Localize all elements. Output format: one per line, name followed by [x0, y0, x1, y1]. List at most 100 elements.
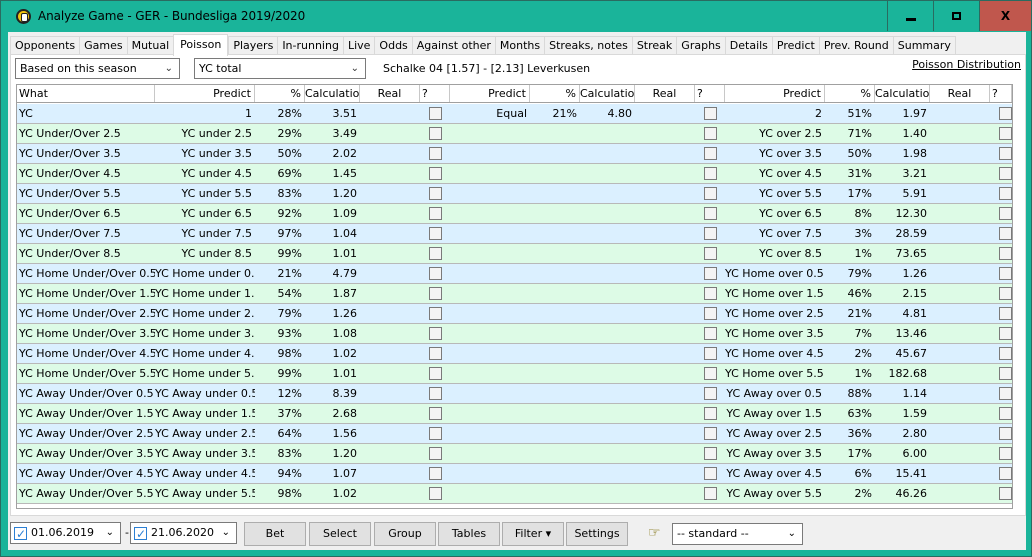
column-header[interactable]: Predict: [450, 85, 530, 102]
tab-streaks-notes[interactable]: Streaks, notes: [544, 36, 632, 55]
table-row[interactable]: YC Away Under/Over 0.5 YC Away under 0.5 1…: [17, 384, 1012, 404]
equal-checkbox[interactable]: [704, 127, 717, 140]
select-button[interactable]: Select: [309, 522, 371, 546]
table-row[interactable]: YC Home Under/Over 4.5 YC Home under 4.5 9…: [17, 344, 1012, 364]
under-checkbox[interactable]: [429, 467, 442, 480]
equal-checkbox[interactable]: [704, 347, 717, 360]
tab-players[interactable]: Players: [228, 36, 278, 55]
date-to-checkbox[interactable]: [134, 524, 147, 544]
under-checkbox[interactable]: [429, 407, 442, 420]
over-checkbox[interactable]: [999, 387, 1012, 400]
under-checkbox[interactable]: [429, 287, 442, 300]
over-checkbox[interactable]: [999, 307, 1012, 320]
minimize-button[interactable]: [887, 1, 933, 31]
stat-dropdown[interactable]: YC total ⌄: [194, 58, 366, 79]
under-checkbox[interactable]: [429, 427, 442, 440]
under-checkbox[interactable]: [429, 227, 442, 240]
equal-checkbox[interactable]: [704, 487, 717, 500]
table-row[interactable]: YC Away Under/Over 2.5 YC Away under 2.5 6…: [17, 424, 1012, 444]
over-checkbox[interactable]: [999, 427, 1012, 440]
equal-checkbox[interactable]: [704, 467, 717, 480]
equal-checkbox[interactable]: [704, 167, 717, 180]
table-row[interactable]: YC Under/Over 7.5 YC under 7.5 97% 1.04 YC o…: [17, 224, 1012, 244]
tab-months[interactable]: Months: [494, 36, 545, 55]
tab-details[interactable]: Details: [724, 36, 772, 55]
settings-button[interactable]: Settings: [566, 522, 628, 546]
column-header[interactable]: What: [17, 85, 155, 102]
column-header[interactable]: Predict: [155, 85, 255, 102]
equal-checkbox[interactable]: [704, 447, 717, 460]
column-header[interactable]: Calculation: [305, 85, 360, 102]
tab-opponents[interactable]: Opponents: [10, 36, 80, 55]
over-checkbox[interactable]: [999, 167, 1012, 180]
tab-poisson[interactable]: Poisson: [173, 34, 229, 56]
equal-checkbox[interactable]: [704, 227, 717, 240]
table-row[interactable]: YC Away Under/Over 1.5 YC Away under 1.5 3…: [17, 404, 1012, 424]
under-checkbox[interactable]: [429, 147, 442, 160]
over-checkbox[interactable]: [999, 287, 1012, 300]
over-checkbox[interactable]: [999, 247, 1012, 260]
equal-checkbox[interactable]: [704, 367, 717, 380]
title-bar[interactable]: Analyze Game - GER - Bundesliga 2019/202…: [1, 1, 1031, 32]
column-header[interactable]: %: [255, 85, 305, 102]
under-checkbox[interactable]: [429, 447, 442, 460]
under-checkbox[interactable]: [429, 267, 442, 280]
tab-streak[interactable]: Streak: [631, 36, 677, 55]
over-checkbox[interactable]: [999, 147, 1012, 160]
table-row[interactable]: YC Away Under/Over 3.5 YC Away under 3.5 8…: [17, 444, 1012, 464]
over-checkbox[interactable]: [999, 487, 1012, 500]
maximize-button[interactable]: [933, 1, 979, 31]
table-row[interactable]: YC Under/Over 5.5 YC under 5.5 83% 1.20 YC o…: [17, 184, 1012, 204]
under-checkbox[interactable]: [429, 487, 442, 500]
equal-checkbox[interactable]: [704, 327, 717, 340]
date-to-picker[interactable]: 21.06.2020 ⌄: [130, 522, 237, 544]
over-checkbox[interactable]: [999, 407, 1012, 420]
equal-checkbox[interactable]: [704, 267, 717, 280]
tab-live[interactable]: Live: [342, 36, 375, 55]
over-checkbox[interactable]: [999, 207, 1012, 220]
equal-checkbox[interactable]: [704, 407, 717, 420]
equal-checkbox[interactable]: [704, 147, 717, 160]
under-checkbox[interactable]: [429, 367, 442, 380]
under-checkbox[interactable]: [429, 247, 442, 260]
tab-in-running[interactable]: In-running: [277, 36, 343, 55]
column-header[interactable]: Real: [635, 85, 695, 102]
table-row[interactable]: YC Home Under/Over 1.5 YC Home under 1.5 5…: [17, 284, 1012, 304]
column-header[interactable]: Calculation: [580, 85, 635, 102]
equal-checkbox[interactable]: [704, 187, 717, 200]
column-header[interactable]: ?: [695, 85, 725, 102]
tab-against-other[interactable]: Against other: [411, 36, 495, 55]
table-row[interactable]: YC Home Under/Over 2.5 YC Home under 2.5 7…: [17, 304, 1012, 324]
equal-checkbox[interactable]: [704, 287, 717, 300]
under-checkbox[interactable]: [429, 387, 442, 400]
poisson-distribution-link[interactable]: Poisson Distribution: [912, 58, 1021, 71]
over-checkbox[interactable]: [999, 447, 1012, 460]
table-row[interactable]: YC Under/Over 8.5 YC under 8.5 99% 1.01 YC o…: [17, 244, 1012, 264]
table-row[interactable]: YC Under/Over 3.5 YC under 3.5 50% 2.02 YC o…: [17, 144, 1012, 164]
over-checkbox[interactable]: [999, 347, 1012, 360]
date-from-checkbox[interactable]: [14, 524, 27, 544]
table-row[interactable]: YC 1 28% 3.51 Equal 21% 4.80 2 51% 1.97: [17, 104, 1012, 124]
under-checkbox[interactable]: [429, 107, 442, 120]
close-button[interactable]: X: [979, 1, 1031, 31]
tab-graphs[interactable]: Graphs: [676, 36, 725, 55]
group-button[interactable]: Group: [374, 522, 436, 546]
table-row[interactable]: YC Under/Over 4.5 YC under 4.5 69% 1.45 YC o…: [17, 164, 1012, 184]
column-header[interactable]: Calculation: [875, 85, 930, 102]
over-checkbox[interactable]: [999, 367, 1012, 380]
under-checkbox[interactable]: [429, 327, 442, 340]
tables-button[interactable]: Tables: [438, 522, 500, 546]
equal-checkbox[interactable]: [704, 387, 717, 400]
over-checkbox[interactable]: [999, 267, 1012, 280]
date-from-picker[interactable]: 01.06.2019 ⌄: [10, 522, 121, 544]
under-checkbox[interactable]: [429, 307, 442, 320]
column-header[interactable]: ?: [990, 85, 1012, 102]
under-checkbox[interactable]: [429, 187, 442, 200]
bet-button[interactable]: Bet: [244, 522, 306, 546]
basis-dropdown[interactable]: Based on this season ⌄: [15, 58, 180, 79]
equal-checkbox[interactable]: [704, 307, 717, 320]
table-row[interactable]: YC Away Under/Over 5.5 YC Away under 5.5 9…: [17, 484, 1012, 504]
over-checkbox[interactable]: [999, 107, 1012, 120]
table-row[interactable]: YC Home Under/Over 0.5 YC Home under 0.5 2…: [17, 264, 1012, 284]
over-checkbox[interactable]: [999, 187, 1012, 200]
